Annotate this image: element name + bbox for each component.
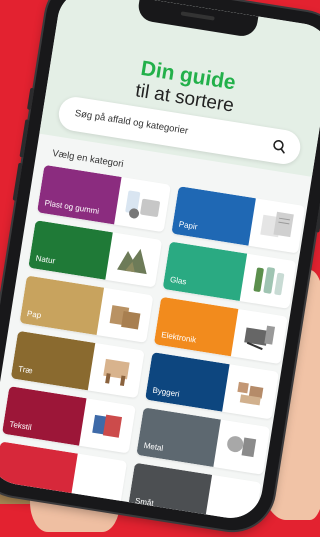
category-card[interactable]: Metal [136, 407, 271, 475]
category-swatch [162, 241, 248, 302]
search-placeholder: Søg på affald og kategorier [74, 108, 189, 137]
phone-power-button [315, 176, 320, 233]
category-card[interactable]: Træ [10, 330, 145, 399]
category-grid: Plast og gummi Papir Natur Glas Pap Elek… [0, 164, 306, 523]
paper-icon [260, 211, 294, 238]
category-swatch [127, 462, 213, 523]
phone: Din guide til at sortere Søg på affald o… [0, 0, 320, 537]
category-card[interactable]: Elektronik [153, 296, 288, 365]
nature-icon [117, 248, 147, 275]
cardboard-icon [109, 305, 141, 330]
category-swatch [10, 330, 96, 391]
wood-icon [103, 358, 130, 386]
category-swatch [0, 441, 78, 502]
category-card[interactable]: Papir [171, 186, 306, 254]
category-card[interactable]: Byggeri [145, 352, 279, 420]
phone-volume-up-button [19, 119, 30, 158]
category-card[interactable]: Glas [162, 241, 297, 309]
construction-icon [237, 381, 264, 406]
search-icon[interactable] [271, 138, 287, 154]
plastic-icon [125, 190, 160, 219]
category-swatch [37, 164, 122, 225]
category-swatch [19, 275, 105, 336]
category-card[interactable]: Småt [127, 462, 262, 523]
category-swatch [136, 407, 221, 467]
phone-volume-down-button [12, 162, 23, 201]
phone-side-button [26, 87, 35, 111]
category-label: Småt [134, 496, 155, 509]
category-card[interactable]: Pap [19, 275, 154, 343]
phone-screen: Din guide til at sortere Søg på affald o… [0, 0, 320, 523]
category-card[interactable]: Natur [28, 220, 163, 288]
phone-speaker [180, 11, 215, 21]
category-swatch [171, 186, 256, 246]
electronics-icon [244, 325, 276, 351]
category-swatch [153, 296, 239, 357]
category-swatch [1, 386, 87, 446]
category-swatch [145, 352, 230, 412]
category-swatch [28, 220, 113, 280]
category-card[interactable]: Plast og gummi [37, 164, 171, 233]
category-card[interactable]: Tekstil [1, 386, 136, 454]
textile-icon [92, 414, 123, 438]
glass-icon [253, 267, 285, 296]
metal-icon [227, 436, 257, 458]
